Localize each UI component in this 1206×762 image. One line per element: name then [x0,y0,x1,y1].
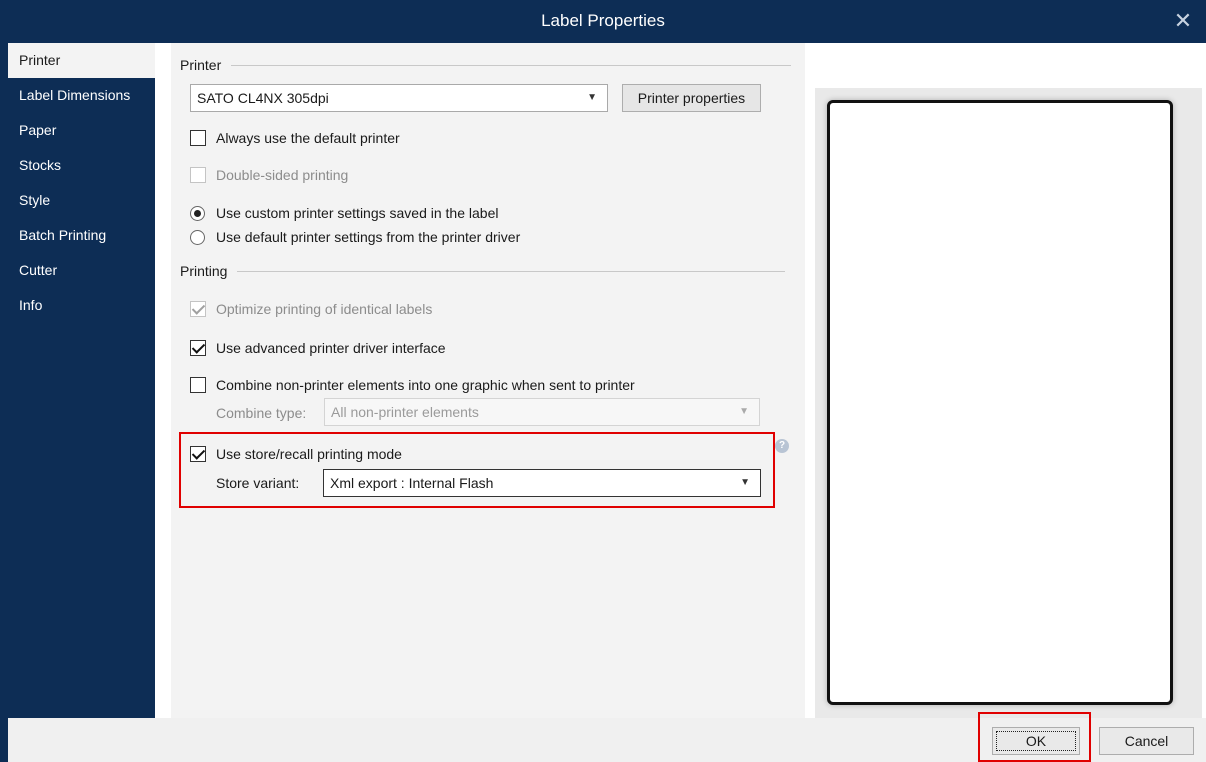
label-preview-panel [805,43,1206,718]
settings-panel-body: Printer SATO CL4NX 305dpi ▼ Printer prop… [171,43,805,718]
combine-elements-checkbox[interactable] [190,377,206,393]
combine-elements-option[interactable]: Combine non-printer elements into one gr… [190,377,635,393]
always-default-printer-label: Always use the default printer [216,130,400,146]
title-bar[interactable]: Label Properties ✕ [0,0,1206,43]
store-recall-option[interactable]: Use store/recall printing mode [190,446,402,462]
printer-section-header: Printer [180,57,792,73]
printing-section-title: Printing [180,263,228,279]
advanced-driver-checkbox[interactable] [190,340,206,356]
store-recall-checkbox[interactable] [190,446,206,462]
dialog-footer: OK Cancel [8,712,1206,762]
store-recall-label: Use store/recall printing mode [216,446,402,462]
always-default-printer-checkbox[interactable] [190,130,206,146]
sidebar-item-info[interactable]: Info [8,288,155,323]
advanced-driver-label: Use advanced printer driver interface [216,340,446,356]
always-default-printer-option[interactable]: Always use the default printer [190,130,400,146]
custom-settings-radio-option[interactable]: Use custom printer settings saved in the… [190,205,498,221]
sidebar-item-stocks[interactable]: Stocks [8,148,155,183]
sidebar-nav: Printer Label Dimensions Paper Stocks St… [8,43,155,718]
sidebar-item-printer[interactable]: Printer [8,43,155,78]
driver-settings-radio-option[interactable]: Use default printer settings from the pr… [190,229,520,245]
combine-type-value: All non-printer elements [331,404,479,420]
store-variant-select[interactable]: Xml export : Internal Flash ▼ [323,469,761,497]
focus-rectangle [996,731,1076,751]
cancel-button[interactable]: Cancel [1099,727,1194,755]
combine-type-label: Combine type: [216,405,307,421]
chevron-down-icon: ▼ [740,477,750,488]
advanced-driver-option[interactable]: Use advanced printer driver interface [190,340,446,356]
custom-settings-radio[interactable] [190,205,205,221]
ok-button[interactable]: OK [992,727,1080,755]
optimize-identical-label: Optimize printing of identical labels [216,301,433,317]
close-icon[interactable]: ✕ [1170,8,1196,34]
store-variant-value: Xml export : Internal Flash [330,475,494,491]
driver-settings-radio[interactable] [190,229,205,245]
settings-panel: Printer SATO CL4NX 305dpi ▼ Printer prop… [155,43,805,718]
sidebar-item-style[interactable]: Style [8,183,155,218]
double-sided-checkbox [190,167,206,183]
printing-section-header: Printing [180,263,786,279]
printer-select[interactable]: SATO CL4NX 305dpi ▼ [190,84,608,112]
printer-select-value: SATO CL4NX 305dpi [197,90,329,106]
dialog-title: Label Properties [541,11,665,30]
printer-properties-button[interactable]: Printer properties [622,84,761,112]
driver-settings-label: Use default printer settings from the pr… [216,229,521,245]
double-sided-label: Double-sided printing [216,167,349,183]
sidebar-item-paper[interactable]: Paper [8,113,155,148]
preview-area [815,88,1202,718]
combine-type-select: All non-printer elements ▼ [324,398,760,426]
printer-section-title: Printer [180,57,222,73]
custom-settings-label: Use custom printer settings saved in the… [216,205,499,221]
store-variant-label: Store variant: [216,475,300,491]
section-divider [231,64,792,66]
combine-elements-label: Combine non-printer elements into one gr… [216,377,635,393]
label-properties-dialog: Label Properties ✕ Printer Label Dimensi… [0,0,1206,762]
section-divider [237,270,786,272]
chevron-down-icon: ▼ [587,92,597,103]
chevron-down-icon: ▼ [739,406,749,417]
sidebar-item-batch-printing[interactable]: Batch Printing [8,218,155,253]
help-icon[interactable]: ? [775,439,789,453]
double-sided-option: Double-sided printing [190,167,348,183]
optimize-identical-option: Optimize printing of identical labels [190,301,432,317]
sidebar-item-label-dimensions[interactable]: Label Dimensions [8,78,155,113]
optimize-identical-checkbox [190,301,206,317]
sidebar-item-cutter[interactable]: Cutter [8,253,155,288]
label-preview [827,100,1173,705]
